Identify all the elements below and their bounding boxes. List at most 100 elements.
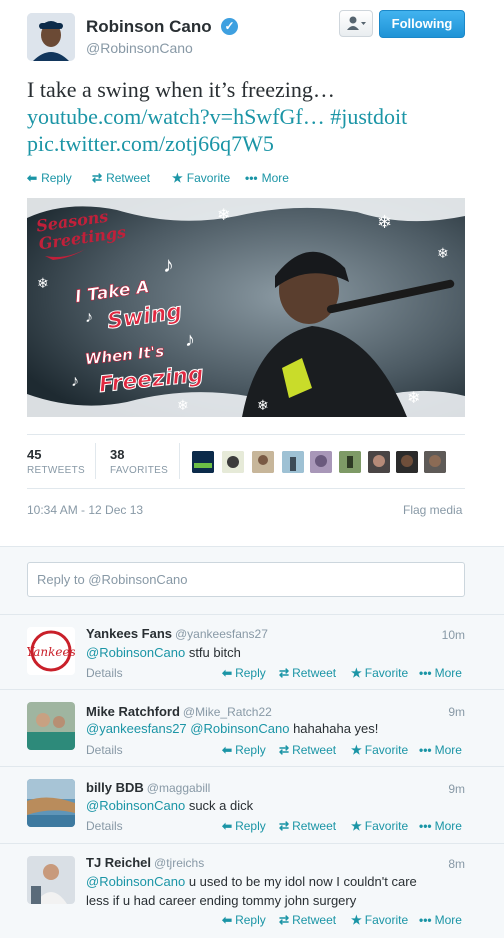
reply-more-action[interactable]: ••• More xyxy=(419,819,462,833)
tweet-media-image[interactable]: Seasons Greetings I Take A Swing When It… xyxy=(27,198,465,417)
more-dots-icon: ••• xyxy=(419,666,432,680)
retweet-action[interactable]: ⇄ Retweet xyxy=(92,171,150,185)
svg-text:❄: ❄ xyxy=(257,397,269,413)
reply-text: @RobinsonCano u used to be my idol now I… xyxy=(86,874,417,908)
reply-avatar[interactable] xyxy=(27,856,75,904)
reply-action[interactable]: ⬅ Reply xyxy=(27,171,72,185)
divider xyxy=(27,488,465,489)
retweet-count[interactable]: 45 xyxy=(27,447,41,462)
author-avatar[interactable] xyxy=(27,13,75,61)
reply-reply-action[interactable]: ⬅ Reply xyxy=(222,743,266,757)
reply-tweet[interactable]: TJ Reichel @tjreichs 8m @RobinsonCano u u… xyxy=(0,843,504,938)
favoriter-avatar[interactable] xyxy=(192,451,214,473)
reply-input[interactable]: Reply to @RobinsonCano xyxy=(27,562,465,597)
more-action[interactable]: ••• More xyxy=(245,171,289,185)
svg-text:❄: ❄ xyxy=(217,207,230,224)
reply-retweet-action[interactable]: ⇄ Retweet xyxy=(279,819,336,833)
reply-tweet[interactable]: billy BDB @maggabill 9m @RobinsonCano suc… xyxy=(0,766,504,844)
user-actions-dropdown[interactable] xyxy=(339,10,373,37)
reply-retweet-action[interactable]: ⇄ Retweet xyxy=(279,913,336,927)
reply-details-link[interactable]: Details xyxy=(86,819,123,833)
retweets-label[interactable]: RETWEETS xyxy=(27,465,85,476)
reply-time[interactable]: 9m xyxy=(448,782,465,796)
youtube-link[interactable]: youtube.com/watch?v=hSwfGf… xyxy=(27,104,325,129)
reply-favorite-action[interactable]: ★ Favorite xyxy=(351,913,408,927)
reply-favorite-action[interactable]: ★ Favorite xyxy=(351,743,408,757)
retweet-icon: ⇄ xyxy=(279,913,290,927)
reply-more-action[interactable]: ••• More xyxy=(419,666,462,680)
favorite-count[interactable]: 38 xyxy=(110,447,124,462)
verified-badge-icon: ✓ xyxy=(221,18,238,35)
favoriter-avatar[interactable] xyxy=(222,451,244,473)
svg-text:❄: ❄ xyxy=(407,390,420,407)
reply-favorite-action[interactable]: ★ Favorite xyxy=(351,819,408,833)
svg-text:❄: ❄ xyxy=(437,245,449,261)
reply-tweet[interactable]: Mike Ratchford @Mike_Ratch22 9m @yankeesf… xyxy=(0,689,504,767)
reply-reply-action[interactable]: ⬅ Reply xyxy=(222,913,266,927)
reply-avatar[interactable] xyxy=(27,779,75,827)
reply-more-action[interactable]: ••• More xyxy=(419,743,462,757)
reply-author[interactable]: TJ Reichel @tjreichs xyxy=(86,855,204,870)
favoriter-avatar[interactable] xyxy=(339,451,361,473)
reply-favorite-action[interactable]: ★ Favorite xyxy=(351,666,408,680)
reply-author[interactable]: Yankees Fans @yankeesfans27 xyxy=(86,626,268,641)
reply-reply-action[interactable]: ⬅ Reply xyxy=(222,666,266,680)
reply-text: @yankeesfans27 @RobinsonCano hahahaha ye… xyxy=(86,721,379,736)
favoriter-avatar[interactable] xyxy=(252,451,274,473)
author-handle[interactable]: @RobinsonCano xyxy=(86,40,193,56)
more-dots-icon: ••• xyxy=(419,819,432,833)
star-icon: ★ xyxy=(351,743,362,757)
star-icon: ★ xyxy=(351,819,362,833)
reply-retweet-action[interactable]: ⇄ Retweet xyxy=(279,666,336,680)
reply-icon: ⬅ xyxy=(27,171,38,185)
retweet-icon: ⇄ xyxy=(92,171,103,185)
svg-text:♪: ♪ xyxy=(85,309,93,326)
reply-time[interactable]: 9m xyxy=(448,705,465,719)
hashtag-link[interactable]: #justdoit xyxy=(330,104,407,129)
tweet-text: I take a swing when it’s freezing… youtu… xyxy=(27,76,487,157)
reply-avatar[interactable]: Yankees xyxy=(27,627,75,675)
reply-time[interactable]: 10m xyxy=(442,628,465,642)
favoriter-avatar[interactable] xyxy=(368,451,390,473)
reply-text: @RobinsonCano suck a dick xyxy=(86,798,254,813)
star-icon: ★ xyxy=(351,666,362,680)
stat-divider xyxy=(179,443,180,479)
reply-tweet[interactable]: Yankees Yankees Fans @yankeesfans27 10m @… xyxy=(0,614,504,690)
svg-text:♪: ♪ xyxy=(71,373,79,390)
author-name[interactable]: Robinson Cano xyxy=(86,17,212,37)
reply-avatar[interactable] xyxy=(27,702,75,750)
star-icon: ★ xyxy=(172,171,183,185)
reply-icon: ⬅ xyxy=(222,743,233,757)
more-dots-icon: ••• xyxy=(245,171,258,185)
user-icon xyxy=(347,16,366,30)
svg-text:♪: ♪ xyxy=(163,252,174,277)
more-dots-icon: ••• xyxy=(419,913,432,927)
reply-retweet-action[interactable]: ⇄ Retweet xyxy=(279,743,336,757)
favoriter-avatar[interactable] xyxy=(424,451,446,473)
pic-link[interactable]: pic.twitter.com/zotj66q7W5 xyxy=(27,131,274,156)
reply-details-link[interactable]: Details xyxy=(86,666,123,680)
reply-more-action[interactable]: ••• More xyxy=(419,913,462,927)
reply-author[interactable]: Mike Ratchford @Mike_Ratch22 xyxy=(86,704,272,719)
flag-media-link[interactable]: Flag media xyxy=(403,503,462,517)
favoriter-avatar[interactable] xyxy=(396,451,418,473)
favoriter-avatar[interactable] xyxy=(282,451,304,473)
reply-time[interactable]: 8m xyxy=(448,857,465,871)
reply-text: @RobinsonCano stfu bitch xyxy=(86,645,241,660)
divider xyxy=(27,434,465,435)
reply-reply-action[interactable]: ⬅ Reply xyxy=(222,819,266,833)
svg-text:❄: ❄ xyxy=(37,275,49,291)
favorite-action[interactable]: ★ Favorite xyxy=(172,171,230,185)
favorites-label[interactable]: FAVORITES xyxy=(110,465,168,476)
star-icon: ★ xyxy=(351,913,362,927)
reply-icon: ⬅ xyxy=(222,666,233,680)
reply-details-link[interactable]: Details xyxy=(86,743,123,757)
following-button[interactable]: Following xyxy=(379,10,465,38)
svg-text:❄: ❄ xyxy=(177,397,189,413)
svg-text:❄: ❄ xyxy=(377,212,392,232)
favoriter-avatar[interactable] xyxy=(310,451,332,473)
tweet-body: I take a swing when it’s freezing… xyxy=(27,77,335,102)
retweet-icon: ⇄ xyxy=(279,666,290,680)
stat-divider xyxy=(95,443,96,479)
reply-author[interactable]: billy BDB @maggabill xyxy=(86,780,210,795)
